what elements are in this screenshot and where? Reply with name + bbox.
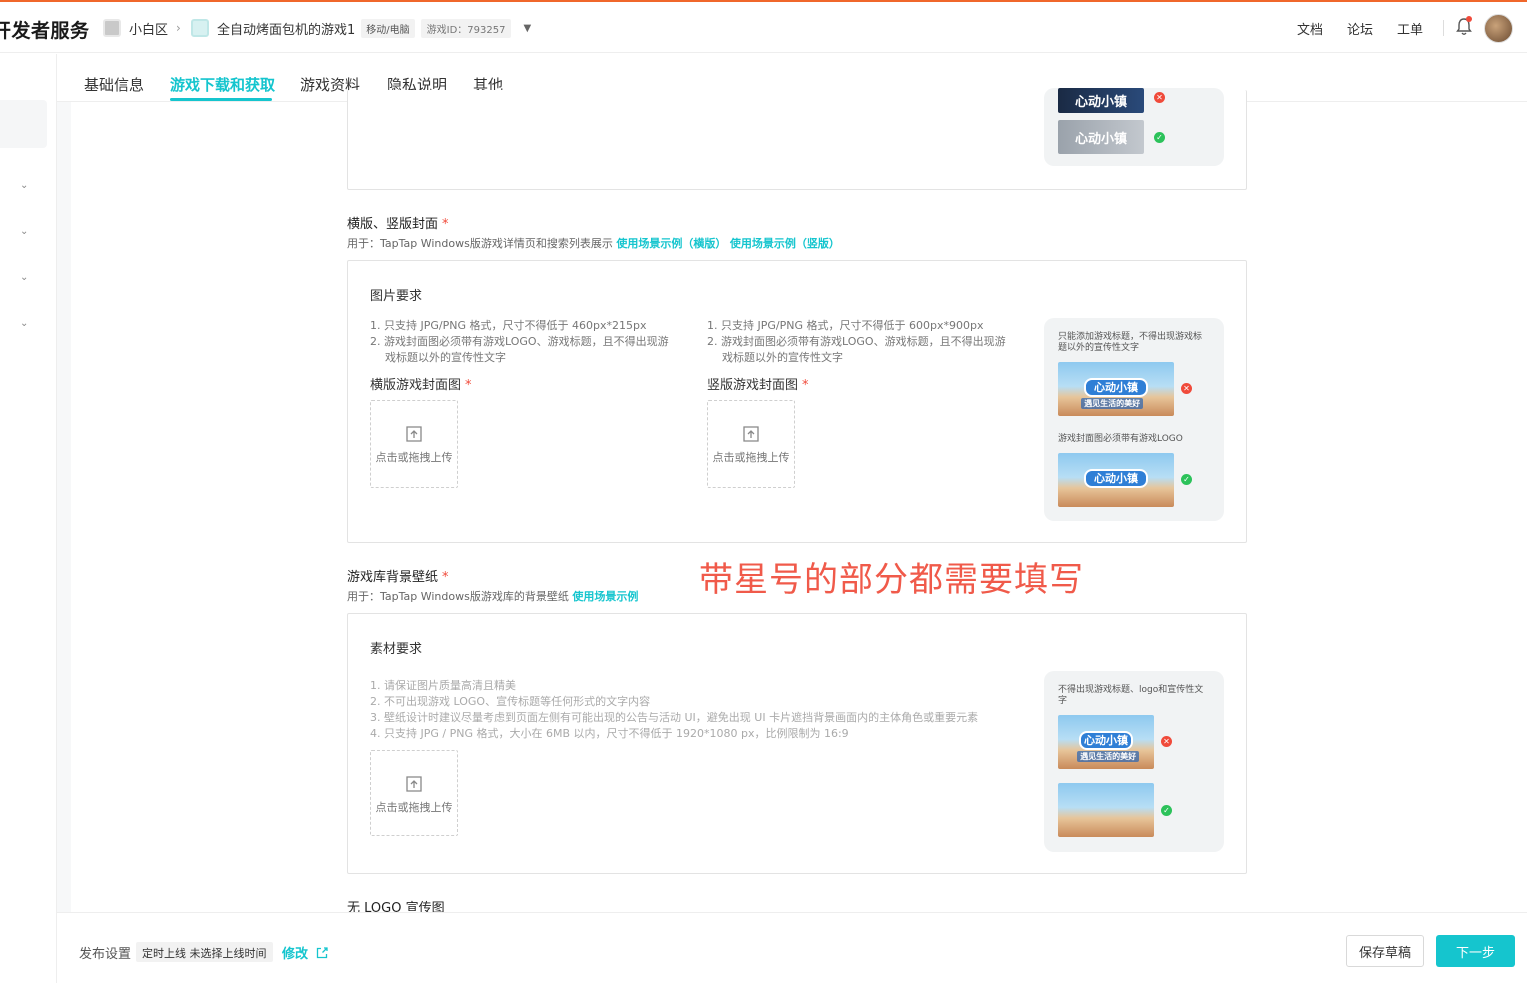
v-req-line: 2. 游戏封面图必须带有游戏LOGO、游戏标题，且不得出现游: [707, 335, 1006, 348]
notification-dot: [1466, 16, 1472, 22]
cross-icon: ✕: [1154, 92, 1165, 103]
breadcrumb-studio[interactable]: 小白区 ›: [103, 18, 189, 38]
upload-icon: [406, 426, 422, 442]
sidebar-active-item[interactable]: [0, 100, 47, 148]
publish-schedule-tag: 定时上线 未选择上线时间: [136, 942, 273, 962]
forum-link[interactable]: 论坛: [1347, 19, 1373, 38]
next-step-button[interactable]: 下一步: [1436, 935, 1515, 967]
h-req-line: 1. 只支持 JPG/PNG 格式，尺寸不得低于 460px*215px: [370, 319, 647, 332]
wallpaper-example-panel: 不得出现游戏标题、logo和宣传性文字 心动小镇 遇见生活的美好 ✕ ✓: [1044, 671, 1224, 852]
game-icon: [191, 19, 209, 37]
header-divider: [1443, 20, 1444, 36]
annotation-text: 带星号的部分都需要填写: [699, 560, 1084, 600]
studio-icon: [103, 19, 121, 37]
wallpaper-req-title: 素材要求: [370, 642, 423, 657]
v-req-line: 戏标题以外的宣传性文字: [722, 351, 843, 364]
example-logo-grey: 心动小镇: [1058, 120, 1144, 154]
wallpaper-field-desc: 用于：TapTap Windows版游戏库的背景壁纸 使用场景示例: [347, 590, 639, 603]
v-cover-label: 竖版游戏封面图 *: [707, 378, 809, 393]
cover-example-caption: 只能添加游戏标题，不得出现游戏标题以外的宣传性文字: [1058, 332, 1203, 353]
cross-icon: ✕: [1161, 736, 1172, 747]
docs-link[interactable]: 文档: [1297, 19, 1323, 38]
wallpaper-field-title: 游戏库背景壁纸 *: [347, 570, 449, 585]
wallpaper-example-link[interactable]: 使用场景示例: [572, 590, 638, 603]
v-req-line: 1. 只支持 JPG/PNG 格式，尺寸不得低于 600px*900px: [707, 319, 984, 332]
chevron-down-icon[interactable]: ⌄: [20, 180, 28, 191]
cover-example-link-v[interactable]: 使用场景示例（竖版）: [730, 237, 840, 250]
wallpaper-example-caption: 不得出现游戏标题、logo和宣传性文字: [1058, 685, 1204, 706]
publish-settings-label: 发布设置: [79, 947, 132, 962]
wallpaper-card: 素材要求 1. 请保证图片质量高清且精美 2. 不可出现游戏 LOGO、宣传标题…: [347, 613, 1247, 874]
h-cover-upload[interactable]: 点击或拖拽上传: [370, 400, 458, 488]
cover-example-link-h[interactable]: 使用场景示例（横版）: [616, 237, 726, 250]
wallpaper-req-line: 3. 壁纸设计时建议尽量考虑到页面左侧有可能出现的公告与活动 UI，避免出现 U…: [370, 711, 979, 724]
cover-field-title: 横版、竖版封面 *: [347, 217, 449, 232]
external-edit-icon: [316, 947, 328, 959]
h-req-line: 戏标题以外的宣传性文字: [385, 351, 506, 364]
ticket-link[interactable]: 工单: [1397, 19, 1423, 38]
cover-example-bad: 心动小镇 遇见生活的美好: [1058, 362, 1174, 416]
breadcrumb-studio-label: 小白区: [129, 22, 169, 38]
required-star: *: [442, 217, 449, 232]
cover-example-panel: 只能添加游戏标题，不得出现游戏标题以外的宣传性文字 心动小镇 遇见生活的美好 ✕…: [1044, 318, 1224, 521]
publish-edit-link[interactable]: 修改: [282, 943, 328, 962]
chevron-down-icon[interactable]: ⌄: [20, 318, 28, 329]
example-logo-dark: 心动小镇: [1058, 88, 1144, 113]
chevron-down-icon[interactable]: ⌄: [20, 272, 28, 283]
tab-download[interactable]: 游戏下载和获取: [170, 74, 275, 95]
cover-req-title: 图片要求: [370, 289, 423, 304]
required-star: *: [442, 570, 449, 585]
h-req-line: 2. 游戏封面图必须带有游戏LOGO、游戏标题，且不得出现游: [370, 335, 669, 348]
chevron-right-icon: ›: [176, 21, 181, 35]
cross-icon: ✕: [1181, 383, 1192, 394]
brand-title[interactable]: 开发者服务: [0, 16, 90, 43]
upload-icon: [406, 776, 422, 792]
tab-basic-info[interactable]: 基础信息: [84, 74, 144, 95]
v-cover-upload[interactable]: 点击或拖拽上传: [707, 400, 795, 488]
previous-section-card: 心动小镇 ✕ 心动小镇 ✓: [347, 88, 1247, 190]
cover-example-good: 心动小镇: [1058, 453, 1174, 507]
wallpaper-req-line: 2. 不可出现游戏 LOGO、宣传标题等任何形式的文字内容: [370, 695, 651, 708]
cover-field-desc: 用于：TapTap Windows版游戏详情页和搜索列表展示 使用场景示例（横版…: [347, 237, 840, 250]
h-cover-label: 横版游戏封面图 *: [370, 378, 472, 393]
wallpaper-upload[interactable]: 点击或拖拽上传: [370, 750, 458, 836]
wallpaper-example-bad: 心动小镇 遇见生活的美好: [1058, 715, 1154, 769]
platform-tag: 移动/电脑: [361, 18, 415, 38]
previous-example-panel: 心动小镇 ✕ 心动小镇 ✓: [1044, 88, 1224, 166]
wallpaper-req-line: 4. 只支持 JPG / PNG 格式，大小在 6MB 以内，尺寸不得低于 19…: [370, 727, 849, 740]
cover-example-caption: 游戏封面图必须带有游戏LOGO: [1058, 434, 1183, 444]
header: 开发者服务 小白区 › 全自动烤面包机的游戏1 移动/电脑 游戏ID：79325…: [0, 2, 1527, 53]
check-icon: ✓: [1161, 805, 1172, 816]
tab-active-indicator: [170, 98, 272, 101]
footer-bar: 发布设置 定时上线 未选择上线时间 修改 保存草稿 下一步: [57, 912, 1527, 983]
cover-card: 图片要求 1. 只支持 JPG/PNG 格式，尺寸不得低于 460px*215p…: [347, 260, 1247, 543]
save-draft-button[interactable]: 保存草稿: [1346, 935, 1424, 967]
check-icon: ✓: [1181, 474, 1192, 485]
avatar[interactable]: [1484, 14, 1513, 43]
wallpaper-example-good: [1058, 783, 1154, 837]
game-id-tag: 游戏ID：793257: [420, 18, 512, 38]
check-icon: ✓: [1154, 132, 1165, 143]
sidebar: ⌄ ⌄ ⌄ ⌄: [0, 54, 57, 983]
wallpaper-req-line: 1. 请保证图片质量高清且精美: [370, 679, 516, 692]
upload-icon: [743, 426, 759, 442]
breadcrumb-game[interactable]: 全自动烤面包机的游戏1 移动/电脑 游戏ID：793257 ▼: [191, 18, 531, 38]
chevron-down-icon[interactable]: ▼: [523, 23, 531, 34]
chevron-down-icon[interactable]: ⌄: [20, 226, 28, 237]
breadcrumb-game-label: 全自动烤面包机的游戏1: [217, 22, 356, 38]
